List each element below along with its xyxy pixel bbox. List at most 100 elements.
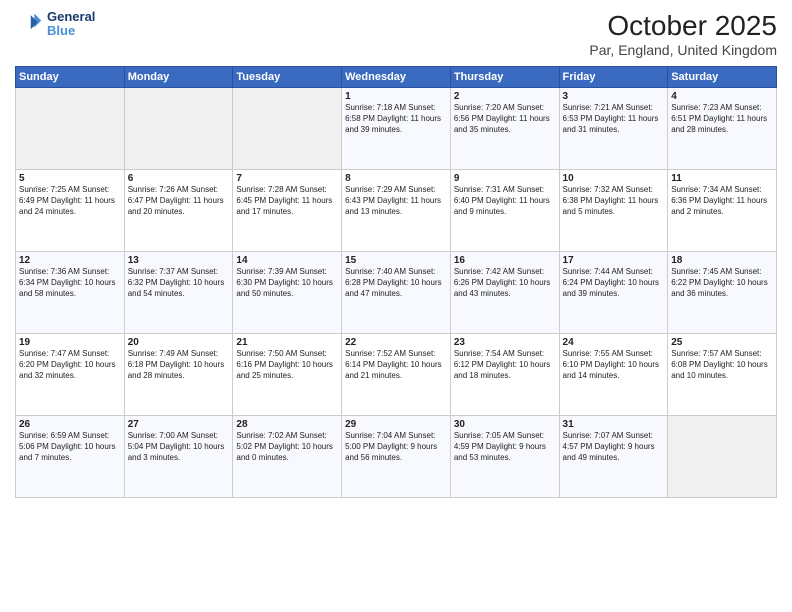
day-number: 31: [563, 419, 665, 430]
cell-content: Sunrise: 7:05 AM Sunset: 4:59 PM Dayligh…: [454, 431, 556, 463]
calendar-cell: 12Sunrise: 7:36 AM Sunset: 6:34 PM Dayli…: [16, 252, 125, 334]
calendar-cell: 24Sunrise: 7:55 AM Sunset: 6:10 PM Dayli…: [559, 334, 668, 416]
calendar-cell: [233, 88, 342, 170]
calendar-cell: 20Sunrise: 7:49 AM Sunset: 6:18 PM Dayli…: [124, 334, 233, 416]
calendar-cell: 2Sunrise: 7:20 AM Sunset: 6:56 PM Daylig…: [450, 88, 559, 170]
day-number: 3: [563, 91, 665, 102]
calendar-cell: 13Sunrise: 7:37 AM Sunset: 6:32 PM Dayli…: [124, 252, 233, 334]
cell-content: Sunrise: 7:52 AM Sunset: 6:14 PM Dayligh…: [345, 349, 447, 381]
day-number: 26: [19, 419, 121, 430]
cell-content: Sunrise: 7:31 AM Sunset: 6:40 PM Dayligh…: [454, 185, 556, 217]
calendar-cell: 22Sunrise: 7:52 AM Sunset: 6:14 PM Dayli…: [342, 334, 451, 416]
page-title: October 2025: [589, 10, 777, 42]
day-number: 23: [454, 337, 556, 348]
day-number: 2: [454, 91, 556, 102]
calendar-cell: 17Sunrise: 7:44 AM Sunset: 6:24 PM Dayli…: [559, 252, 668, 334]
day-number: 17: [563, 255, 665, 266]
day-number: 22: [345, 337, 447, 348]
calendar-cell: 25Sunrise: 7:57 AM Sunset: 6:08 PM Dayli…: [668, 334, 777, 416]
cell-content: Sunrise: 7:23 AM Sunset: 6:51 PM Dayligh…: [671, 103, 773, 135]
calendar-cell: 9Sunrise: 7:31 AM Sunset: 6:40 PM Daylig…: [450, 170, 559, 252]
calendar-cell: [668, 416, 777, 498]
day-number: 27: [128, 419, 230, 430]
day-number: 12: [19, 255, 121, 266]
cell-content: Sunrise: 7:47 AM Sunset: 6:20 PM Dayligh…: [19, 349, 121, 381]
calendar-cell: 31Sunrise: 7:07 AM Sunset: 4:57 PM Dayli…: [559, 416, 668, 498]
cell-content: Sunrise: 7:02 AM Sunset: 5:02 PM Dayligh…: [236, 431, 338, 463]
day-number: 1: [345, 91, 447, 102]
calendar-cell: 3Sunrise: 7:21 AM Sunset: 6:53 PM Daylig…: [559, 88, 668, 170]
calendar-cell: 10Sunrise: 7:32 AM Sunset: 6:38 PM Dayli…: [559, 170, 668, 252]
calendar-cell: 4Sunrise: 7:23 AM Sunset: 6:51 PM Daylig…: [668, 88, 777, 170]
cell-content: Sunrise: 7:45 AM Sunset: 6:22 PM Dayligh…: [671, 267, 773, 299]
calendar-cell: 7Sunrise: 7:28 AM Sunset: 6:45 PM Daylig…: [233, 170, 342, 252]
calendar-cell: [16, 88, 125, 170]
cell-content: Sunrise: 7:39 AM Sunset: 6:30 PM Dayligh…: [236, 267, 338, 299]
col-header-thursday: Thursday: [450, 67, 559, 88]
calendar-header: SundayMondayTuesdayWednesdayThursdayFrid…: [16, 67, 777, 88]
cell-content: Sunrise: 7:49 AM Sunset: 6:18 PM Dayligh…: [128, 349, 230, 381]
cell-content: Sunrise: 7:40 AM Sunset: 6:28 PM Dayligh…: [345, 267, 447, 299]
cell-content: Sunrise: 7:28 AM Sunset: 6:45 PM Dayligh…: [236, 185, 338, 217]
calendar-cell: 8Sunrise: 7:29 AM Sunset: 6:43 PM Daylig…: [342, 170, 451, 252]
cell-content: Sunrise: 7:50 AM Sunset: 6:16 PM Dayligh…: [236, 349, 338, 381]
col-header-monday: Monday: [124, 67, 233, 88]
cell-content: Sunrise: 7:00 AM Sunset: 5:04 PM Dayligh…: [128, 431, 230, 463]
day-number: 29: [345, 419, 447, 430]
day-number: 18: [671, 255, 773, 266]
day-number: 11: [671, 173, 773, 184]
logo-text: General Blue: [47, 10, 95, 39]
cell-content: Sunrise: 7:37 AM Sunset: 6:32 PM Dayligh…: [128, 267, 230, 299]
calendar-cell: 6Sunrise: 7:26 AM Sunset: 6:47 PM Daylig…: [124, 170, 233, 252]
page-subtitle: Par, England, United Kingdom: [589, 42, 777, 58]
day-number: 9: [454, 173, 556, 184]
day-number: 28: [236, 419, 338, 430]
cell-content: Sunrise: 7:36 AM Sunset: 6:34 PM Dayligh…: [19, 267, 121, 299]
col-header-tuesday: Tuesday: [233, 67, 342, 88]
day-number: 19: [19, 337, 121, 348]
cell-content: Sunrise: 7:21 AM Sunset: 6:53 PM Dayligh…: [563, 103, 665, 135]
title-block: October 2025 Par, England, United Kingdo…: [589, 10, 777, 58]
day-number: 24: [563, 337, 665, 348]
calendar-cell: 28Sunrise: 7:02 AM Sunset: 5:02 PM Dayli…: [233, 416, 342, 498]
cell-content: Sunrise: 7:42 AM Sunset: 6:26 PM Dayligh…: [454, 267, 556, 299]
day-number: 5: [19, 173, 121, 184]
cell-content: Sunrise: 7:29 AM Sunset: 6:43 PM Dayligh…: [345, 185, 447, 217]
day-number: 14: [236, 255, 338, 266]
calendar-cell: 18Sunrise: 7:45 AM Sunset: 6:22 PM Dayli…: [668, 252, 777, 334]
calendar-cell: 14Sunrise: 7:39 AM Sunset: 6:30 PM Dayli…: [233, 252, 342, 334]
calendar-cell: 26Sunrise: 6:59 AM Sunset: 5:06 PM Dayli…: [16, 416, 125, 498]
cell-content: Sunrise: 7:26 AM Sunset: 6:47 PM Dayligh…: [128, 185, 230, 217]
day-number: 8: [345, 173, 447, 184]
cell-content: Sunrise: 6:59 AM Sunset: 5:06 PM Dayligh…: [19, 431, 121, 463]
cell-content: Sunrise: 7:20 AM Sunset: 6:56 PM Dayligh…: [454, 103, 556, 135]
day-number: 13: [128, 255, 230, 266]
day-number: 20: [128, 337, 230, 348]
cell-content: Sunrise: 7:34 AM Sunset: 6:36 PM Dayligh…: [671, 185, 773, 217]
day-number: 30: [454, 419, 556, 430]
cell-content: Sunrise: 7:32 AM Sunset: 6:38 PM Dayligh…: [563, 185, 665, 217]
calendar-cell: 29Sunrise: 7:04 AM Sunset: 5:00 PM Dayli…: [342, 416, 451, 498]
calendar-cell: 30Sunrise: 7:05 AM Sunset: 4:59 PM Dayli…: [450, 416, 559, 498]
page-header: General Blue October 2025 Par, England, …: [15, 10, 777, 58]
calendar-cell: 11Sunrise: 7:34 AM Sunset: 6:36 PM Dayli…: [668, 170, 777, 252]
calendar-cell: 19Sunrise: 7:47 AM Sunset: 6:20 PM Dayli…: [16, 334, 125, 416]
day-number: 21: [236, 337, 338, 348]
day-number: 4: [671, 91, 773, 102]
day-number: 25: [671, 337, 773, 348]
calendar-cell: 1Sunrise: 7:18 AM Sunset: 6:58 PM Daylig…: [342, 88, 451, 170]
col-header-saturday: Saturday: [668, 67, 777, 88]
col-header-sunday: Sunday: [16, 67, 125, 88]
calendar-cell: 16Sunrise: 7:42 AM Sunset: 6:26 PM Dayli…: [450, 252, 559, 334]
calendar-cell: 27Sunrise: 7:00 AM Sunset: 5:04 PM Dayli…: [124, 416, 233, 498]
cell-content: Sunrise: 7:57 AM Sunset: 6:08 PM Dayligh…: [671, 349, 773, 381]
cell-content: Sunrise: 7:07 AM Sunset: 4:57 PM Dayligh…: [563, 431, 665, 463]
day-number: 15: [345, 255, 447, 266]
calendar-cell: 5Sunrise: 7:25 AM Sunset: 6:49 PM Daylig…: [16, 170, 125, 252]
logo: General Blue: [15, 10, 95, 39]
day-number: 16: [454, 255, 556, 266]
calendar-table: SundayMondayTuesdayWednesdayThursdayFrid…: [15, 66, 777, 498]
col-header-friday: Friday: [559, 67, 668, 88]
calendar-cell: 21Sunrise: 7:50 AM Sunset: 6:16 PM Dayli…: [233, 334, 342, 416]
cell-content: Sunrise: 7:44 AM Sunset: 6:24 PM Dayligh…: [563, 267, 665, 299]
